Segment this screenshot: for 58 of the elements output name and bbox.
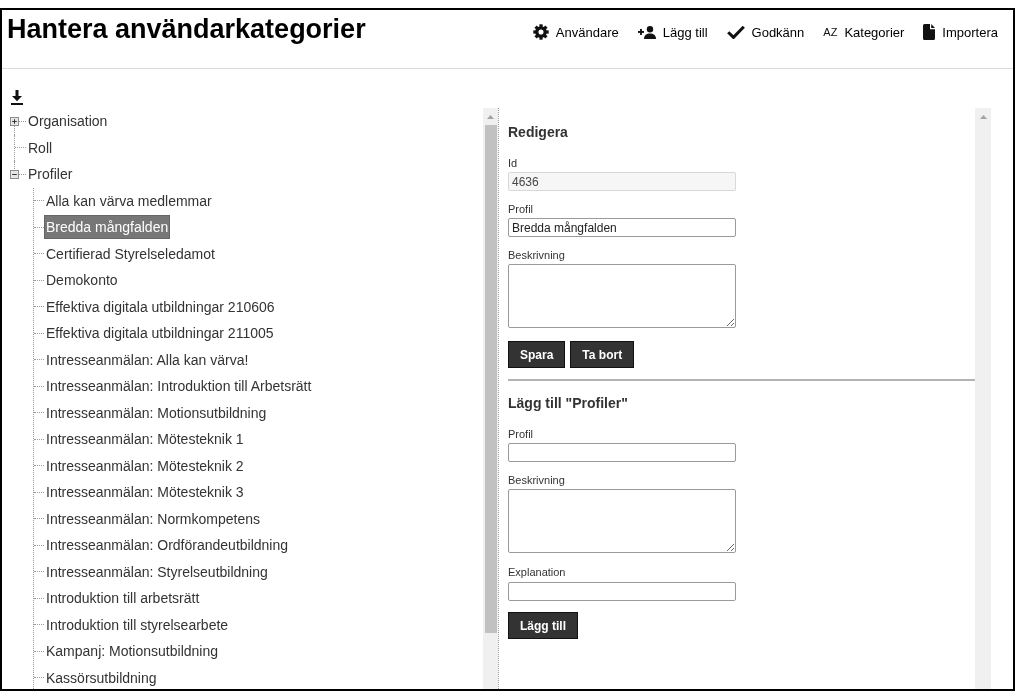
checkmark-icon xyxy=(726,25,745,39)
toolbar-button[interactable]: Godkänn xyxy=(726,20,805,44)
form-button[interactable]: Spara xyxy=(508,341,566,368)
page-title: Hantera användarkategorier xyxy=(7,13,366,45)
tree-item[interactable]: Roll xyxy=(26,135,55,160)
tree-item[interactable]: Intresseanmälan: Alla kan värva! xyxy=(44,347,251,372)
tree-item[interactable]: Introduktion till arbetsrätt xyxy=(44,586,202,611)
tree-item[interactable]: Bredda mångfalden xyxy=(44,215,171,240)
tree-item[interactable]: Introduktion till styrelsearbete xyxy=(44,612,231,637)
field-label: Explanation xyxy=(508,566,567,579)
scroll-up-icon[interactable] xyxy=(487,115,494,119)
download-icon[interactable] xyxy=(11,90,23,105)
file-icon xyxy=(923,24,936,40)
tree-item[interactable]: Intresseanmälan: Mötesteknik 2 xyxy=(44,453,246,478)
scroll-up-icon[interactable] xyxy=(979,115,987,119)
minus-box-icon[interactable] xyxy=(10,169,19,179)
input-field[interactable] xyxy=(508,581,736,601)
form-button[interactable]: Lägg till xyxy=(508,612,578,639)
field-label: Profil xyxy=(508,427,535,441)
toolbar-button[interactable]: Användare xyxy=(532,20,619,44)
tree-item[interactable]: Intresseanmälan: Ordförandeutbildning xyxy=(44,533,291,558)
toolbar-button[interactable]: Importera xyxy=(923,20,998,44)
field-label: Beskrivning xyxy=(508,473,566,487)
tree-item[interactable]: Intresseanmälan: Motionsutbildning xyxy=(44,400,269,425)
input-field[interactable] xyxy=(508,443,736,462)
text-area[interactable] xyxy=(508,264,736,328)
field-label: Profil xyxy=(508,202,535,216)
tree-item[interactable]: Intresseanmälan: Styrelseutbildning xyxy=(44,559,270,584)
tree-item[interactable]: Certifierad Styrelseledamot xyxy=(44,241,217,266)
gear-icon xyxy=(532,24,549,40)
tree-item[interactable]: Kampanj: Motionsutbildning xyxy=(44,639,220,664)
scrollbar-thumb[interactable] xyxy=(484,125,497,633)
tree-item[interactable]: Intresseanmälan: Mötesteknik 3 xyxy=(44,480,246,505)
scrollbar[interactable] xyxy=(975,108,991,689)
field-label: Id xyxy=(508,156,519,170)
scrollbar[interactable] xyxy=(483,108,498,689)
input-field[interactable]: Bredda mångfalden xyxy=(508,218,736,237)
tree-item[interactable]: Kassörsutbildning xyxy=(44,665,159,689)
sort-alpha-icon: AZ xyxy=(823,25,838,39)
field-label: Beskrivning xyxy=(508,248,566,262)
tree-item[interactable]: Alla kan värva medlemmar xyxy=(44,188,214,213)
section-heading: Lägg till "Profiler" xyxy=(508,394,629,412)
text-area[interactable] xyxy=(508,489,736,553)
form-button[interactable]: Ta bort xyxy=(570,341,635,368)
person-plus-icon xyxy=(637,25,656,39)
toolbar-button[interactable]: AZ Kategorier xyxy=(823,20,905,44)
plus-box-icon[interactable] xyxy=(10,116,19,126)
tree-item[interactable]: Effektiva digitala utbildningar 210606 xyxy=(44,294,277,319)
section-heading: Redigera xyxy=(508,123,569,141)
input-field[interactable]: 4636 xyxy=(508,172,736,191)
tree-item[interactable]: Profiler xyxy=(26,162,75,187)
tree-item[interactable]: Intresseanmälan: Mötesteknik 1 xyxy=(44,427,246,452)
tree-item[interactable]: Demokonto xyxy=(44,268,120,293)
tree-item[interactable]: Organisation xyxy=(26,109,110,134)
tree-item[interactable]: Effektiva digitala utbildningar 211005 xyxy=(44,321,276,346)
toolbar-button[interactable]: Lägg till xyxy=(637,20,708,44)
tree-item[interactable]: Intresseanmälan: Introduktion till Arbetsrätt xyxy=(44,374,314,399)
tree-item[interactable]: Intresseanmälan: Normkompetens xyxy=(44,506,262,531)
